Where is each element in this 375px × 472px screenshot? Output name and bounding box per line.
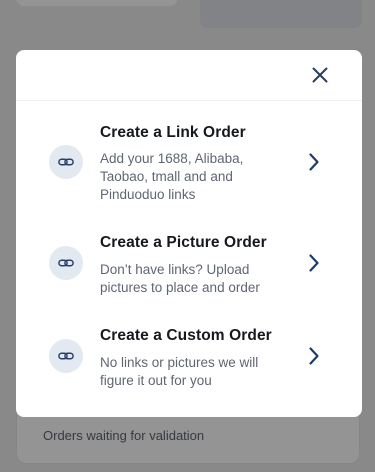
- close-icon: [312, 67, 328, 83]
- link-order-description: Add your 1688, Alibaba, Taobao, tmall an…: [100, 151, 244, 202]
- chevron-right-icon: [309, 347, 319, 365]
- link-order-chevron: [306, 152, 322, 172]
- custom-order-chevron: [306, 346, 322, 366]
- custom-order-icon-badge: [49, 339, 83, 373]
- modal-header: [16, 50, 362, 101]
- option-link-order[interactable]: Create a Link Order Add your 1688, Aliba…: [16, 124, 362, 204]
- link-icon: [58, 259, 74, 267]
- picture-order-icon-badge: [49, 246, 83, 280]
- link-order-title: Create a Link Order: [100, 124, 246, 141]
- close-button[interactable]: [310, 65, 330, 85]
- link-order-icon-badge: [49, 145, 83, 179]
- create-order-modal: Create a Link Order Add your 1688, Aliba…: [16, 50, 362, 417]
- link-icon: [58, 352, 74, 360]
- option-custom-order[interactable]: Create a Custom Order No links or pictur…: [16, 327, 362, 389]
- chevron-right-icon: [309, 254, 319, 272]
- picture-order-title: Create a Picture Order: [100, 234, 267, 251]
- chevron-right-icon: [309, 153, 319, 171]
- link-icon: [58, 158, 74, 166]
- option-picture-order[interactable]: Create a Picture Order Don’t have links?…: [16, 234, 362, 296]
- picture-order-description: Don’t have links? Upload pictures to pla…: [100, 262, 260, 295]
- custom-order-title: Create a Custom Order: [100, 327, 272, 344]
- picture-order-chevron: [306, 253, 322, 273]
- custom-order-description: No links or pictures we will figure it o…: [100, 355, 259, 388]
